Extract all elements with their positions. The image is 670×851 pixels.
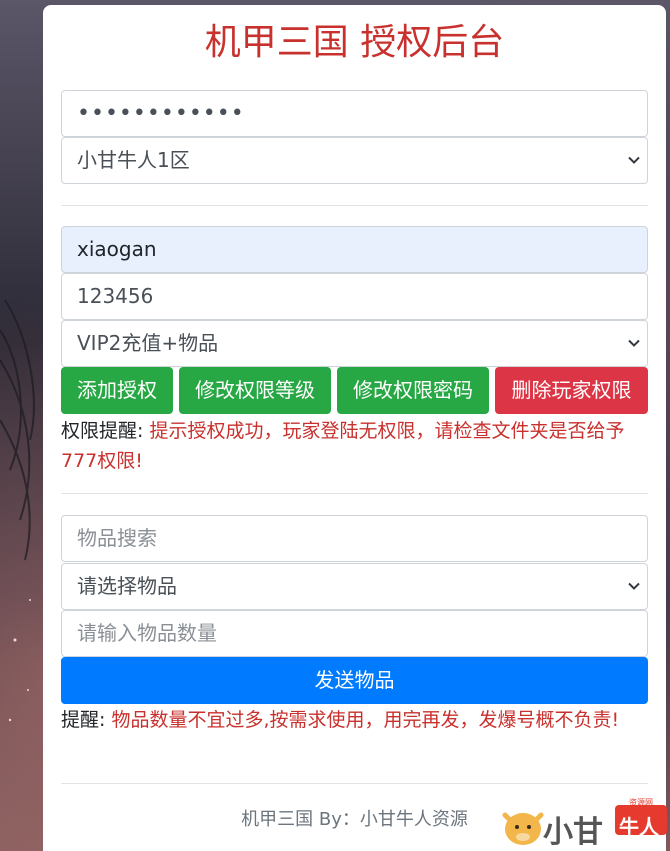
vip-level-select-value: VIP2充值+物品 — [77, 331, 219, 355]
item-notice-text: 物品数量不宜过多,按需求使用，用完再发，发爆号概不负责! — [111, 709, 620, 731]
server-select-value: 小甘牛人1区 — [77, 148, 190, 172]
permission-notice-label: 权限提醒: — [61, 420, 150, 442]
admin-panel-card: 机甲三国 授权后台 •••••••••••• 小甘牛人1区 xiaogan 12… — [43, 5, 666, 851]
section-divider — [61, 493, 648, 494]
modify-password-button[interactable]: 修改权限密码 — [337, 367, 489, 414]
send-item-button[interactable]: 发送物品 — [61, 657, 648, 704]
section-divider — [61, 205, 648, 206]
logo-small-text: 资源网 — [629, 798, 653, 807]
item-notice-label: 提醒: — [61, 709, 112, 731]
item-notice: 提醒: 物品数量不宜过多,按需求使用，用完再发，发爆号概不负责! — [61, 705, 648, 735]
item-quantity-input[interactable]: 请输入物品数量 — [61, 610, 648, 657]
site-logo: 小甘 牛人 资源网 — [497, 797, 670, 851]
server-select[interactable]: 小甘牛人1区 — [61, 137, 648, 184]
add-permission-button[interactable]: 添加授权 — [61, 367, 173, 414]
section-divider — [61, 783, 648, 784]
item-search-input[interactable]: 物品搜索 — [61, 515, 648, 562]
item-select-value: 请选择物品 — [77, 574, 177, 598]
delete-permission-button[interactable]: 删除玩家权限 — [495, 367, 648, 414]
vip-level-select[interactable]: VIP2充值+物品 — [61, 320, 648, 367]
modify-level-button[interactable]: 修改权限等级 — [179, 367, 331, 414]
item-select[interactable]: 请选择物品 — [61, 563, 648, 610]
logo-badge: 牛人 — [619, 815, 659, 839]
chevron-down-icon — [628, 582, 640, 590]
permission-notice: 权限提醒: 提示授权成功，玩家登陆无权限，请检查文件夹是否给予777权限! — [61, 416, 648, 476]
player-password-field[interactable]: 123456 — [61, 273, 648, 320]
logo-text: 小甘 — [543, 815, 603, 850]
admin-password-field[interactable]: •••••••••••• — [61, 90, 648, 137]
chevron-down-icon — [628, 339, 640, 347]
player-account-field[interactable]: xiaogan — [61, 226, 648, 273]
chevron-down-icon — [628, 156, 640, 164]
page-title: 机甲三国 授权后台 — [204, 22, 505, 63]
